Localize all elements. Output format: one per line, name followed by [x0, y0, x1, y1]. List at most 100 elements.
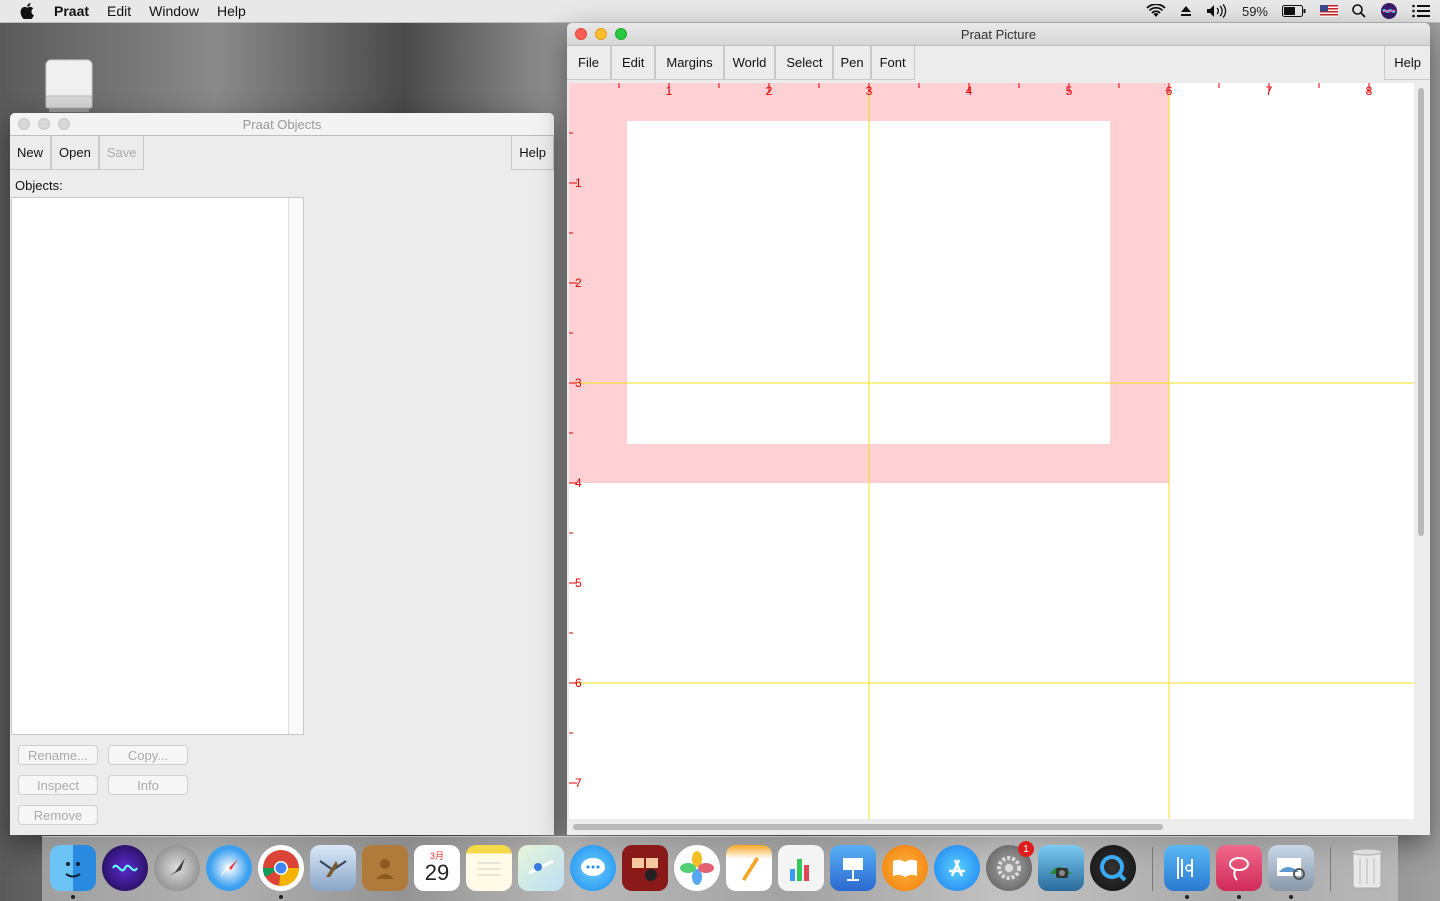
running-indicator: [71, 895, 75, 899]
new-menu-button[interactable]: New: [10, 136, 52, 170]
ruler-label-x: 6: [1166, 84, 1173, 98]
pages-icon[interactable]: [726, 845, 772, 891]
books-icon[interactable]: [882, 845, 928, 891]
image-capture-icon[interactable]: [1038, 845, 1084, 891]
font-menu-button[interactable]: Font: [870, 46, 915, 80]
picture-canvas[interactable]: 1 2 3 4 5 6 7 8 1 2 3 4 5 6 7: [569, 83, 1414, 819]
vertical-scrollbar[interactable]: [1416, 86, 1426, 821]
ruler-label-y: 3: [575, 376, 582, 390]
window-title: Praat Objects: [242, 116, 322, 132]
safari-icon[interactable]: [206, 845, 252, 891]
quicktime-icon[interactable]: [1090, 845, 1136, 891]
picture-menu-bar: File Edit Margins World Select Pen Font: [567, 46, 1430, 80]
rename-button[interactable]: Rename...: [18, 745, 98, 765]
info-button[interactable]: Info: [108, 775, 188, 795]
horizontal-scroll-thumb[interactable]: [573, 824, 1163, 830]
file-menu-button[interactable]: File: [567, 46, 611, 80]
close-button[interactable]: [18, 118, 30, 130]
save-menu-button[interactable]: Save: [98, 136, 145, 170]
objects-list[interactable]: [11, 197, 304, 735]
minimize-button[interactable]: [595, 28, 607, 40]
select-menu-button[interactable]: Select: [775, 46, 834, 80]
photos-icon[interactable]: [674, 845, 720, 891]
minimize-button[interactable]: [38, 118, 50, 130]
pen-menu-button[interactable]: Pen: [833, 46, 871, 80]
ruler-label-x: 7: [1266, 84, 1273, 98]
volume-icon[interactable]: [1206, 4, 1228, 18]
inspect-button[interactable]: Inspect: [18, 775, 98, 795]
photo-booth-icon[interactable]: [622, 845, 668, 891]
wifi-icon[interactable]: [1146, 4, 1166, 18]
mail-icon[interactable]: [310, 845, 356, 891]
numbers-icon[interactable]: [778, 845, 824, 891]
ruler-label-y: 4: [575, 476, 582, 490]
launchpad-icon[interactable]: [154, 845, 200, 891]
siri-icon[interactable]: [1380, 2, 1398, 20]
trash-icon[interactable]: [1344, 845, 1390, 891]
ruler-label-x: 1: [666, 84, 673, 98]
notification-center-icon[interactable]: [1412, 4, 1430, 18]
voice-app-icon[interactable]: [1216, 845, 1262, 891]
objects-list-scrollbar[interactable]: [288, 198, 303, 734]
dock-separator: [1152, 847, 1153, 891]
menu-edit[interactable]: Edit: [107, 3, 131, 19]
praat-objects-window: Praat Objects New Open Save Help Objects…: [10, 113, 554, 835]
praat-picture-window: Praat Picture File Edit Margins World Se…: [567, 23, 1430, 835]
praat-app-icon[interactable]: [1164, 845, 1210, 891]
running-indicator: [1237, 895, 1241, 899]
menu-help[interactable]: Help: [217, 3, 246, 19]
menu-bar: Praat Edit Window Help 59%: [0, 0, 1440, 23]
battery-percent: 59%: [1241, 3, 1268, 19]
horizontal-scrollbar[interactable]: [571, 821, 1416, 833]
messages-icon[interactable]: [570, 845, 616, 891]
hard-drive-icon[interactable]: [43, 58, 95, 114]
copy-button[interactable]: Copy...: [108, 745, 188, 765]
preview-icon[interactable]: [1268, 845, 1314, 891]
zoom-button[interactable]: [615, 28, 627, 40]
picture-drawing[interactable]: 1 2 3 4 5 6 7 8 1 2 3 4 5 6 7: [569, 83, 1414, 819]
window-title: Praat Picture: [960, 26, 1037, 42]
ruler-label-y: 1: [575, 176, 582, 190]
menu-window[interactable]: Window: [149, 3, 199, 19]
battery-icon[interactable]: [1282, 5, 1306, 17]
menu-app-praat[interactable]: Praat: [54, 3, 89, 19]
notes-icon[interactable]: [466, 845, 512, 891]
ruler-label-x: 8: [1366, 84, 1373, 98]
world-menu-button[interactable]: World: [723, 46, 776, 80]
running-indicator: [279, 895, 283, 899]
open-menu-button[interactable]: Open: [51, 136, 99, 170]
apple-menu-icon[interactable]: [18, 2, 36, 20]
contacts-icon[interactable]: [362, 845, 408, 891]
running-indicator: [1289, 895, 1293, 899]
objects-titlebar[interactable]: Praat Objects: [10, 113, 554, 136]
siri-icon[interactable]: [102, 845, 148, 891]
notification-badge: 1: [1018, 841, 1034, 857]
maps-icon[interactable]: [518, 845, 564, 891]
margins-menu-button[interactable]: Margins: [655, 46, 724, 80]
app-store-icon[interactable]: [934, 845, 980, 891]
eject-icon[interactable]: [1180, 5, 1192, 17]
zoom-button[interactable]: [58, 118, 70, 130]
dock-separator: [1330, 847, 1331, 891]
help-menu-button[interactable]: Help: [511, 136, 554, 170]
objects-toolbar: New Open Save Help: [10, 136, 554, 170]
ruler-label-x: 3: [866, 84, 873, 98]
dock: 3月 29 1: [42, 836, 1398, 901]
finder-icon[interactable]: [50, 845, 96, 891]
edit-menu-button[interactable]: Edit: [610, 46, 656, 80]
remove-button[interactable]: Remove: [18, 805, 98, 825]
calendar-icon[interactable]: 3月 29: [414, 845, 460, 891]
calendar-date: 29: [424, 860, 450, 885]
close-button[interactable]: [575, 28, 587, 40]
spotlight-search-icon[interactable]: [1352, 4, 1366, 18]
ruler-label-x: 2: [766, 84, 773, 98]
vertical-scroll-thumb[interactable]: [1418, 88, 1424, 536]
system-preferences-icon[interactable]: 1: [986, 841, 1034, 891]
chrome-icon[interactable]: [258, 845, 304, 891]
keynote-icon[interactable]: [830, 845, 876, 891]
ruler-label-y: 2: [575, 276, 582, 290]
help-menu-button[interactable]: Help: [1384, 46, 1430, 80]
input-source-flag-icon[interactable]: [1320, 5, 1338, 17]
running-indicator: [1185, 895, 1189, 899]
picture-titlebar[interactable]: Praat Picture: [567, 23, 1430, 46]
